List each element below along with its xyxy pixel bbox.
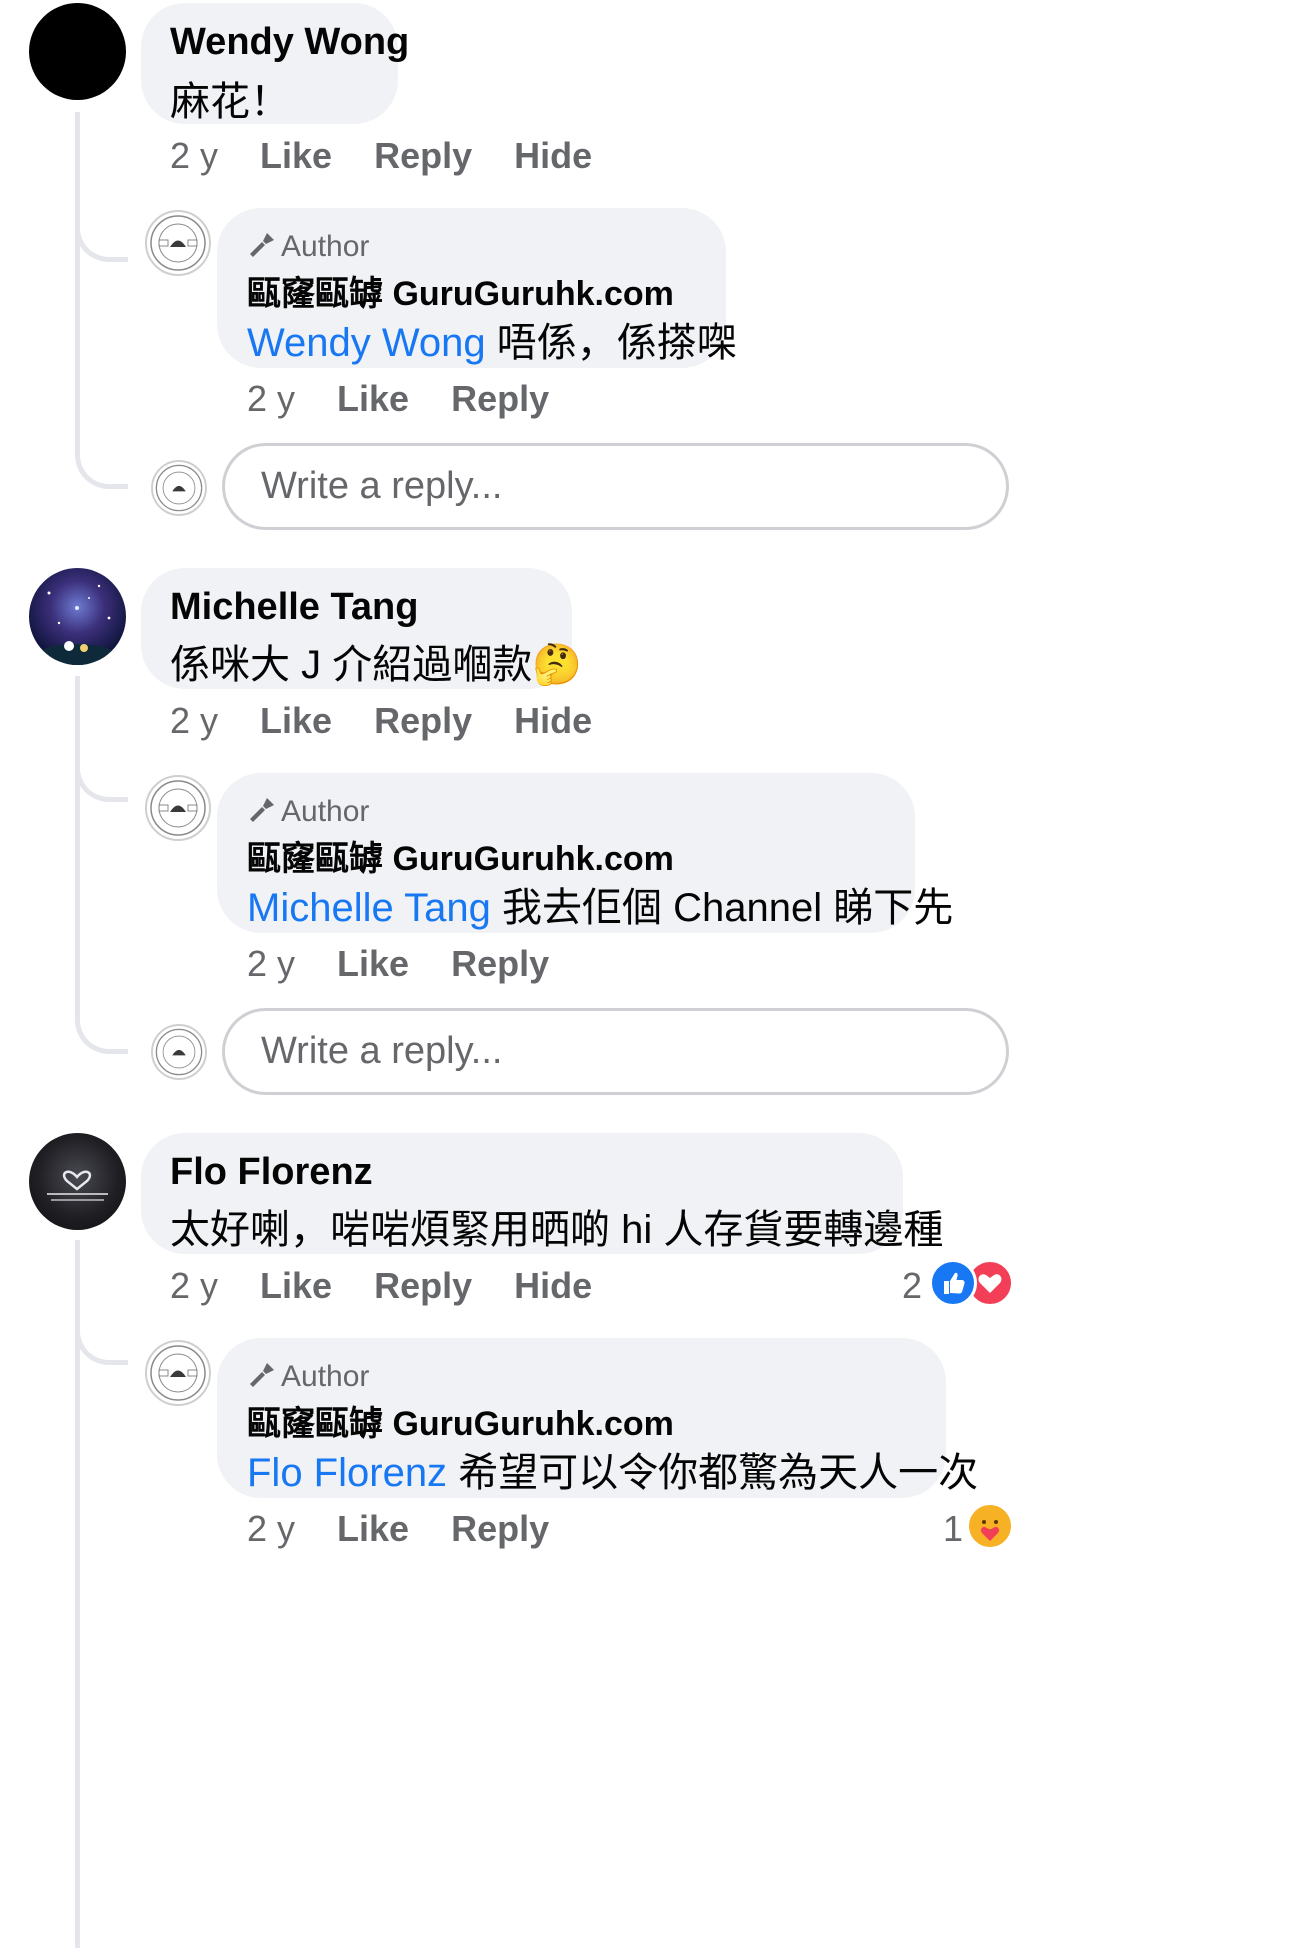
hide-button[interactable]: Hide — [514, 700, 592, 742]
guruguru-logo-icon — [150, 1345, 206, 1401]
thinking-face-icon: 🤔 — [532, 643, 583, 687]
comment-bubble: Wendy Wong 麻花！ — [141, 3, 409, 124]
reply-button[interactable]: Reply — [374, 700, 472, 742]
heart-screen-icon — [47, 1170, 108, 1201]
thread-connector — [75, 1005, 128, 1054]
current-user-avatar — [151, 1024, 207, 1080]
hide-button[interactable]: Hide — [514, 135, 592, 177]
timestamp[interactable]: 2 y — [247, 1508, 295, 1550]
reply-body: 希望可以令你都驚為天人一次 — [458, 1451, 979, 1495]
microphone-icon — [247, 795, 281, 833]
mention-link[interactable]: Wendy Wong — [247, 321, 486, 365]
reply-button[interactable]: Reply — [451, 1508, 549, 1550]
like-icon[interactable] — [929, 1259, 977, 1307]
comment-actions: 2 y Like Reply Hide — [170, 700, 592, 742]
like-button[interactable]: Like — [337, 1508, 409, 1550]
guruguru-logo-icon — [155, 1028, 203, 1076]
guruguru-logo-icon — [150, 215, 206, 271]
author-label: Author — [281, 795, 370, 828]
thread-line — [75, 112, 80, 452]
thread-connector — [75, 1328, 128, 1365]
thread-line — [75, 676, 80, 1016]
care-icon[interactable] — [966, 1502, 1014, 1550]
hide-button[interactable]: Hide — [514, 1265, 592, 1307]
page-avatar[interactable] — [145, 1340, 211, 1406]
comment-body: 係咪大 J 介紹過嗰款 — [170, 643, 533, 687]
author-name[interactable]: 甌窿甌罅 GuruGuruhk.com — [247, 831, 674, 880]
microphone-icon — [247, 230, 281, 268]
like-button[interactable]: Like — [260, 1265, 332, 1307]
reply-input[interactable] — [222, 443, 1009, 530]
author-name[interactable]: 甌窿甌罅 GuruGuruhk.com — [247, 266, 674, 315]
avatar[interactable] — [29, 1133, 126, 1230]
mention-link[interactable]: Flo Florenz — [247, 1451, 447, 1495]
reply-actions: 2 y Like Reply — [247, 378, 549, 420]
reply-button[interactable]: Reply — [374, 135, 472, 177]
current-user-avatar — [151, 460, 207, 516]
guruguru-logo-icon — [150, 780, 206, 836]
comment-author[interactable]: Flo Florenz — [170, 1151, 373, 1194]
timestamp[interactable]: 2 y — [247, 378, 295, 420]
reply-text: Michelle Tang 我去佢個 Channel 睇下先 — [247, 875, 953, 933]
author-label: Author — [281, 230, 370, 263]
author-reply-bubble: Author 甌窿甌罅 GuruGuruhk.com Michelle Tang… — [217, 773, 953, 933]
author-reply-bubble: Author 甌窿甌罅 GuruGuruhk.com Flo Florenz 希… — [217, 1338, 978, 1498]
author-badge: Author — [247, 795, 369, 833]
reply-input[interactable] — [222, 1008, 1009, 1095]
like-button[interactable]: Like — [260, 700, 332, 742]
author-name[interactable]: 甌窿甌罅 GuruGuruhk.com — [247, 1396, 674, 1445]
comment-text: 太好喇，啱啱煩緊用晒啲 hi 人存貨要轉邊種 — [170, 1208, 944, 1252]
thread-connector — [75, 765, 128, 802]
comment-actions: 2 y Like Reply Hide — [170, 1265, 592, 1307]
like-button[interactable]: Like — [337, 943, 409, 985]
comment-bubble: Michelle Tang 係咪大 J 介紹過嗰款🤔 — [141, 568, 582, 689]
page-avatar[interactable] — [145, 210, 211, 276]
author-label: Author — [281, 1360, 370, 1393]
reply-actions: 2 y Like Reply — [247, 1508, 549, 1550]
timestamp[interactable]: 2 y — [170, 135, 218, 177]
page-avatar[interactable] — [145, 775, 211, 841]
starry-sky-icon — [37, 584, 117, 665]
timestamp[interactable]: 2 y — [247, 943, 295, 985]
avatar[interactable] — [29, 568, 126, 665]
thread-connector — [75, 440, 128, 489]
mention-link[interactable]: Michelle Tang — [247, 886, 491, 930]
reaction-count[interactable]: 1 — [943, 1508, 963, 1550]
comment-bubble: Flo Florenz 太好喇，啱啱煩緊用晒啲 hi 人存貨要轉邊種 — [141, 1133, 943, 1254]
comment-author[interactable]: Wendy Wong — [170, 21, 409, 64]
reply-button[interactable]: Reply — [451, 943, 549, 985]
avatar[interactable] — [29, 3, 126, 100]
comment-text: 麻花！ — [170, 80, 290, 124]
timestamp[interactable]: 2 y — [170, 1265, 218, 1307]
timestamp[interactable]: 2 y — [170, 700, 218, 742]
reply-actions: 2 y Like Reply — [247, 943, 549, 985]
comment-author[interactable]: Michelle Tang — [170, 586, 418, 629]
reply-text: Wendy Wong 唔係，係搽㗎 — [247, 310, 737, 368]
author-badge: Author — [247, 230, 369, 268]
like-button[interactable]: Like — [260, 135, 332, 177]
reply-button[interactable]: Reply — [374, 1265, 472, 1307]
reaction-count[interactable]: 2 — [902, 1265, 922, 1307]
reply-text: Flo Florenz 希望可以令你都驚為天人一次 — [247, 1440, 978, 1498]
reply-button[interactable]: Reply — [451, 378, 549, 420]
reply-body: 我去佢個 Channel 睇下先 — [501, 886, 954, 930]
author-reply-bubble: Author 甌窿甌罅 GuruGuruhk.com Wendy Wong 唔係… — [217, 208, 737, 368]
reply-body: 唔係，係搽㗎 — [496, 321, 737, 365]
thread-connector — [75, 225, 128, 262]
like-button[interactable]: Like — [337, 378, 409, 420]
guruguru-logo-icon — [155, 464, 203, 512]
author-badge: Author — [247, 1360, 369, 1398]
comment-text: 係咪大 J 介紹過嗰款🤔 — [170, 632, 582, 690]
microphone-icon — [247, 1360, 281, 1398]
comment-actions: 2 y Like Reply Hide — [170, 135, 592, 177]
